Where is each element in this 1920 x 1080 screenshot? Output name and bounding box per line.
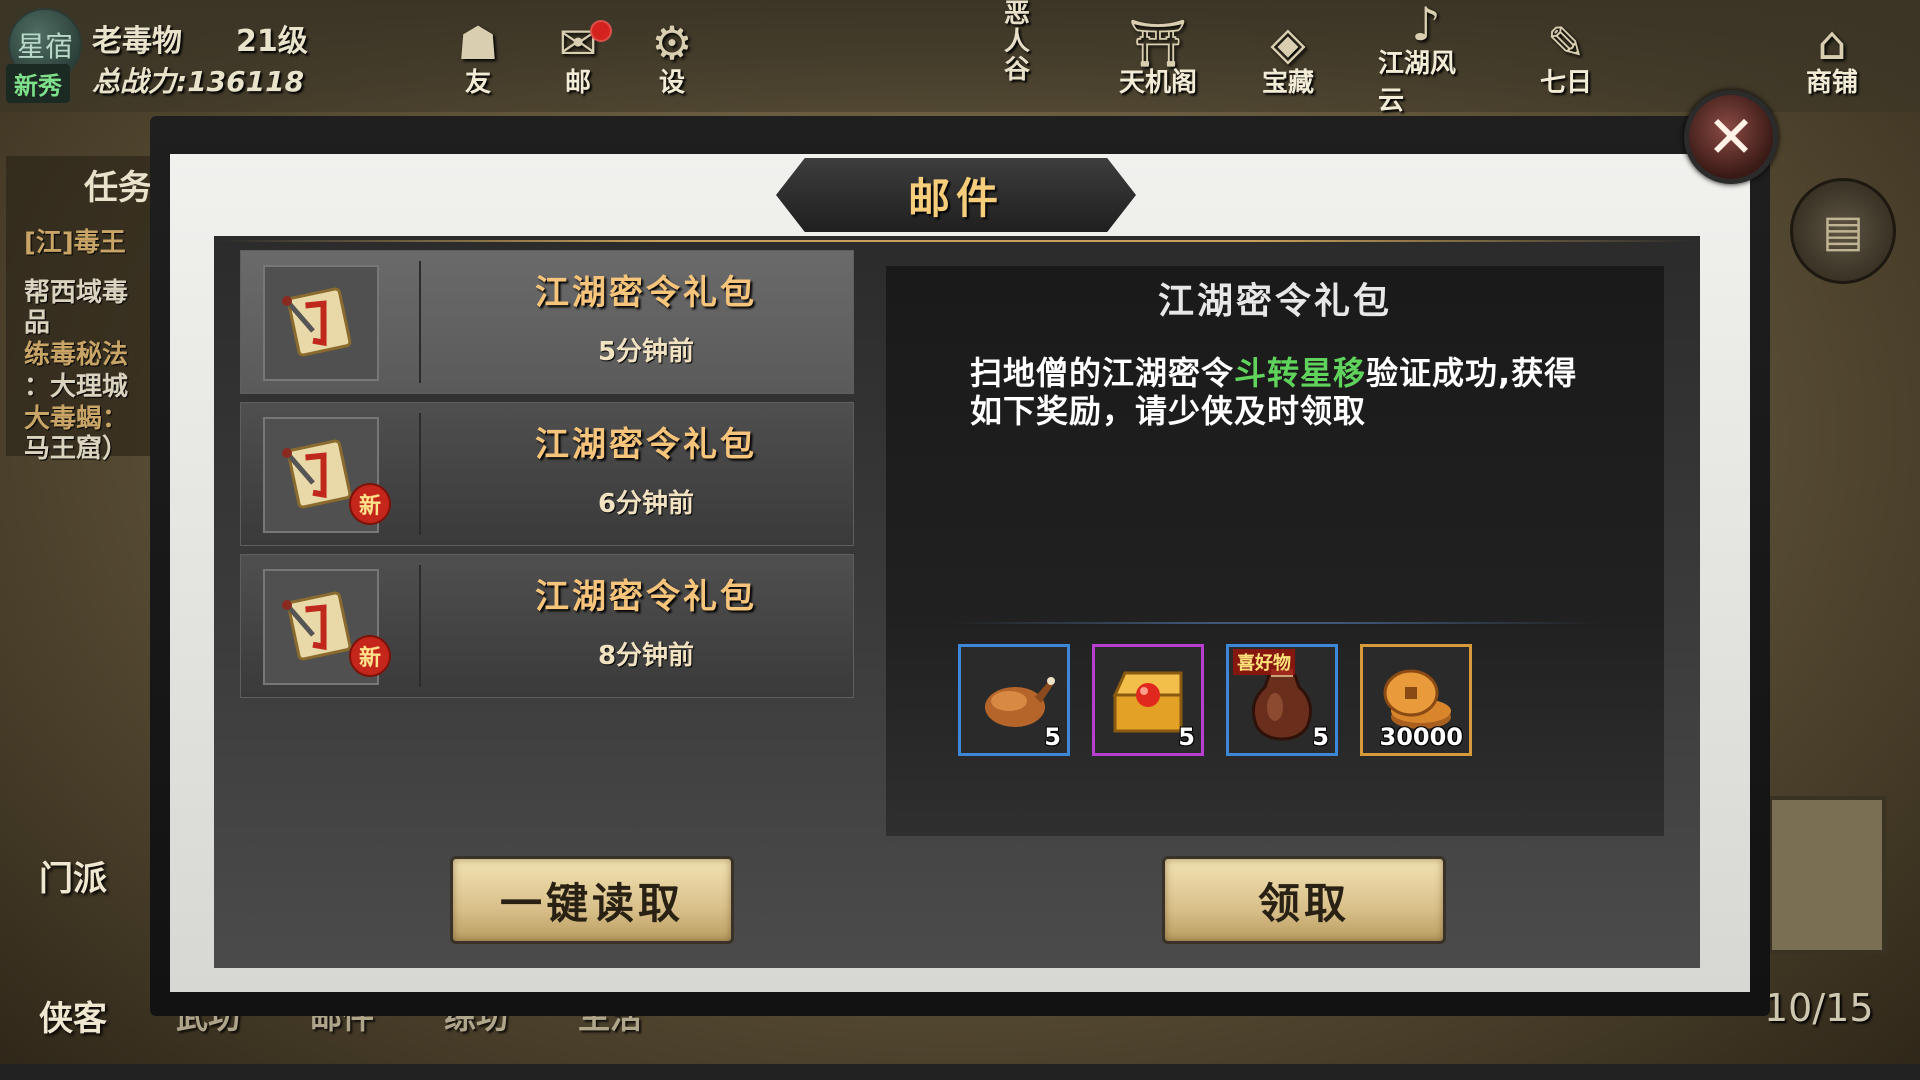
task-line: [江]毒王 (24, 228, 126, 258)
mini-map[interactable] (1768, 796, 1886, 954)
mail-item-divider (419, 261, 421, 383)
mail-item-icon-box: 新 (263, 417, 391, 533)
mail-item-time: 8分钟前 (597, 641, 695, 671)
seven-day-button[interactable]: ✎ 七日 (1518, 10, 1614, 106)
mail-item-title: 江湖密令礼包 (535, 425, 757, 465)
heroes-button[interactable]: 侠客 (18, 960, 128, 1070)
new-badge: 新 (349, 483, 391, 525)
favorite-item-tag: 喜好物 (1233, 649, 1295, 675)
shop-button[interactable]: ⌂ 商铺 (1784, 10, 1880, 106)
scroll-icon: ✎ (1546, 15, 1586, 70)
secret-order-scroll-icon (282, 439, 352, 509)
horn-icon: ♪ (1411, 0, 1441, 51)
reward-separator (950, 622, 1600, 624)
mail-alert-dot (590, 20, 612, 42)
task-panel-title: 任务 (84, 168, 152, 208)
reward-item[interactable]: 30000 (1360, 644, 1472, 756)
jianghu-news-button[interactable]: ♪ 江湖风云 (1378, 0, 1474, 116)
message-highlight: 斗转星移 (1234, 354, 1367, 392)
claim-button[interactable]: 领取 (1162, 856, 1446, 944)
settings-button[interactable]: ⚙ 设 (624, 10, 720, 106)
reward-item[interactable]: 喜好物 5 (1226, 644, 1338, 756)
pavilion-icon: ⛩ (1128, 15, 1188, 70)
secret-order-scroll-icon (282, 287, 352, 357)
mail-item-divider (419, 413, 421, 535)
mail-item-title: 江湖密令礼包 (535, 577, 757, 617)
dialog-title-plate: 邮件 (776, 158, 1136, 232)
mail-item-time: 6分钟前 (597, 489, 695, 519)
bottom-strip (0, 1064, 1920, 1080)
mail-list-item[interactable]: 新 江湖密令礼包 8分钟前 (240, 554, 854, 698)
player-name: 老毒物 (92, 24, 182, 59)
mail-list-item[interactable]: 江湖密令礼包 5分钟前 (240, 250, 854, 394)
title-divider (214, 240, 1700, 242)
task-line: 马王窟） (24, 434, 129, 464)
reward-item[interactable]: 5 (958, 644, 1070, 756)
mail-item-icon-box: 新 (263, 569, 391, 685)
mail-detail-title: 江湖密令礼包 (1157, 281, 1392, 322)
reward-quantity: 5 (1312, 723, 1329, 751)
reward-quantity: 5 (1178, 723, 1195, 751)
mail-item-divider (419, 565, 421, 687)
tianji-pavilion-button[interactable]: ⛩ 天机阁 (1110, 10, 1206, 106)
sect-button[interactable]: 门派 (18, 820, 128, 930)
gear-icon: ⚙ (651, 15, 693, 70)
shop-icon: ⌂ (1817, 15, 1847, 70)
mail-item-icon-box (263, 265, 379, 381)
reward-quantity: 30000 (1379, 723, 1464, 751)
message-text: 扫地僧的江湖密令 (970, 354, 1235, 392)
mail-button[interactable]: ✉ 邮 (530, 10, 626, 106)
map-location-label: 恶人谷 (1004, 0, 1031, 85)
friend-button[interactable]: ☗ 友 (430, 10, 526, 106)
mail-detail-message: 扫地僧的江湖密令斗转星移验证成功,获得如下奖励，请少侠及时领取 (970, 354, 1610, 430)
close-button[interactable]: ✕ (1684, 90, 1778, 184)
book-icon[interactable]: ▤ (1790, 178, 1896, 284)
friend-icon: ☗ (457, 15, 499, 70)
treasure-button[interactable]: ◈ 宝藏 (1240, 10, 1336, 106)
combat-power: 总战力:136118 (92, 65, 305, 98)
close-icon: ✕ (1706, 103, 1756, 171)
read-all-button[interactable]: 一键读取 (450, 856, 734, 944)
player-level: 21级 (236, 24, 308, 59)
mail-item-time: 5分钟前 (597, 337, 695, 367)
reward-quantity: 5 (1044, 723, 1061, 751)
rank-badge: 新秀 (6, 64, 70, 103)
new-badge: 新 (349, 635, 391, 677)
treasure-icon: ◈ (1270, 15, 1306, 70)
progress-counter: 10/15 (1764, 986, 1874, 1030)
mail-list-item[interactable]: 新 江湖密令礼包 6分钟前 (240, 402, 854, 546)
secret-order-scroll-icon (282, 591, 352, 661)
mail-item-title: 江湖密令礼包 (535, 273, 757, 313)
dialog-title: 邮件 (907, 173, 1004, 223)
reward-item[interactable]: 5 (1092, 644, 1204, 756)
